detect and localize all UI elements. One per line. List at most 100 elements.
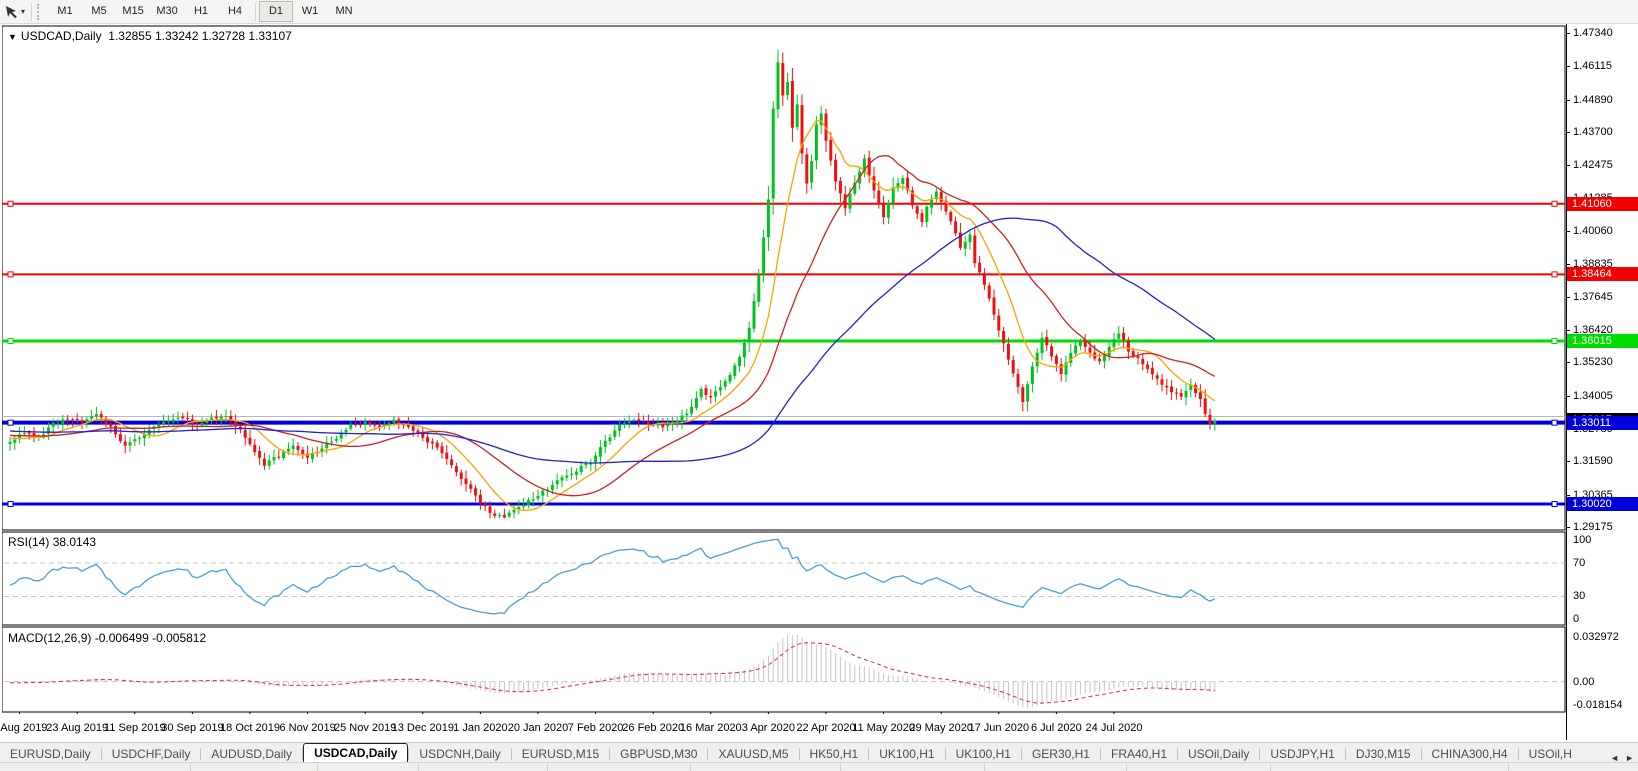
macd-axis-tick: 0.00: [1573, 675, 1595, 688]
status-cell-divider: [418, 764, 419, 771]
chart-tab-gbpusd-m30[interactable]: GBPUSD,M30: [610, 746, 707, 763]
date-axis-label: 3 Apr 2020: [741, 722, 795, 734]
date-axis-label: 16 Mar 2020: [679, 722, 742, 734]
chart-tab-usoil-daily[interactable]: USOil,Daily: [1178, 746, 1259, 763]
rsi-indicator-label: RSI(14) 38.0143: [8, 535, 96, 549]
chevron-down-icon[interactable]: ▾: [21, 7, 25, 16]
date-axis-label: 6 Jul 2020: [1031, 722, 1082, 734]
rsi-axis-tick: 70: [1573, 557, 1586, 570]
date-axis-label: 25 Nov 2019: [333, 722, 397, 734]
chart-window: ▼ USDCAD,Daily 1.32855 1.33242 1.32728 1.…: [2, 24, 1566, 740]
price-axis-tick: 1.37645: [1566, 290, 1613, 303]
macd-indicator-label: MACD(12,26,9) -0.006499 -0.005812: [8, 631, 206, 645]
status-cell-divider: [1126, 764, 1127, 771]
date-axis-label: 17 Jun 2020: [968, 722, 1030, 734]
chart-tab-eurusd-m15[interactable]: EURUSD,M15: [512, 746, 609, 763]
toolbar-separator: [31, 2, 33, 21]
hline-price-label: 1.36015: [1567, 333, 1638, 348]
chart-tab-ger30-h1[interactable]: GER30,H1: [1022, 746, 1100, 763]
macd-axis-tick: -0.018154: [1573, 699, 1623, 711]
chart-symbol: USDCAD,Daily: [20, 29, 102, 43]
chart-tab-eurusd-daily[interactable]: EURUSD,Daily: [0, 746, 101, 763]
status-cell-divider: [984, 764, 985, 771]
date-axis-label: 5 Aug 2019: [0, 722, 48, 734]
toolbar-separator: [255, 2, 257, 21]
date-axis-label: 24 Jul 2020: [1085, 722, 1143, 734]
chart-tab-bar: EURUSD,Daily USDCHF,Daily AUDUSD,Daily USDC…: [0, 742, 1638, 763]
rsi-name: RSI(14): [8, 535, 50, 549]
timeframe-button-h1[interactable]: H1: [184, 1, 218, 22]
date-axis-label: 22 Apr 2020: [796, 722, 856, 734]
date-axis-label: 29 May 2020: [909, 722, 973, 734]
chart-tab-usdchf-daily[interactable]: USDCHF,Daily: [102, 746, 201, 763]
chart-tab-uk100-h1[interactable]: UK100,H1: [869, 746, 944, 763]
pointer-icon: [6, 6, 17, 18]
price-axis-tick: 1.35230: [1566, 356, 1613, 369]
collapse-icon[interactable]: ▼: [8, 32, 17, 42]
rsi-axis-tick: 0: [1573, 613, 1580, 625]
date-axis-label: 7 Feb 2020: [567, 722, 624, 734]
chart-tab-usdjpy-h1[interactable]: USDJPY,H1: [1260, 746, 1344, 763]
hline-price-label: 1.30020: [1567, 497, 1638, 512]
mt4-window: ▾ M1 M5 M15 M30 H1 H4 D1 W1 MN ▼ USDCAD,Daily 1.3…: [0, 0, 1638, 771]
chart-tab-usoil-h[interactable]: USOil,H: [1519, 746, 1582, 763]
toolbar-grip[interactable]: [37, 3, 44, 20]
hline-price-label: 1.41060: [1567, 196, 1638, 211]
price-chart-canvas[interactable]: [2, 24, 1566, 740]
chart-tab-usdcnh-daily[interactable]: USDCNH,Daily: [409, 746, 510, 763]
status-cell-divider: [317, 764, 318, 771]
date-axis-label: 20 Jan 2020: [507, 722, 569, 734]
timeframe-button-m5[interactable]: M5: [82, 1, 116, 22]
timeframe-toolbar: ▾ M1 M5 M15 M30 H1 H4 D1 W1 MN: [0, 0, 1638, 24]
date-axis-label: 11 Sep 2019: [104, 722, 166, 734]
status-cell-divider: [690, 764, 691, 771]
rsi-value: 38.0143: [52, 535, 97, 549]
chart-tab-hk50-h1[interactable]: HK50,H1: [800, 746, 869, 763]
date-axis-label: 6 Nov 2019: [279, 722, 336, 734]
chart-tab-uk100-h1[interactable]: UK100,H1: [946, 746, 1021, 763]
timeframe-button-m1[interactable]: M1: [48, 1, 82, 22]
timeframe-button-w1[interactable]: W1: [293, 1, 327, 22]
chart-ohlc-values: 1.32855 1.33242 1.32728 1.33107: [108, 29, 292, 43]
macd-name: MACD(12,26,9): [8, 631, 92, 645]
timeframe-button-mn[interactable]: MN: [327, 1, 361, 22]
price-axis-tick: 1.40060: [1566, 224, 1613, 237]
chart-tab-usdcad-daily[interactable]: USDCAD,Daily: [303, 743, 409, 763]
hline-price-label: 1.33011: [1567, 415, 1638, 430]
chart-tab-fra40-h1[interactable]: FRA40,H1: [1101, 746, 1177, 763]
chart-tab-xauusd-m5[interactable]: XAUUSD,M5: [708, 746, 798, 763]
date-axis-label: 11 May 2020: [852, 722, 915, 734]
price-axis-tick: 1.43700: [1566, 125, 1613, 138]
chart-tabs: EURUSD,Daily USDCHF,Daily AUDUSD,Daily USDC…: [0, 743, 1582, 763]
price-axis-tick: 1.29175: [1566, 521, 1613, 533]
rsi-axis-tick: 30: [1573, 590, 1586, 603]
date-axis-label: 30 Sep 2019: [161, 722, 224, 734]
rsi-axis-tick: 100: [1573, 534, 1592, 546]
timeframe-button-m30[interactable]: M30: [150, 1, 184, 22]
price-axis-tick: 1.42475: [1566, 159, 1613, 172]
date-axis-label: 23 Aug 2019: [46, 722, 109, 734]
timeframe-button-d1[interactable]: D1: [259, 1, 294, 22]
status-cell-divider: [840, 764, 841, 771]
timeframe-buttons: M1 M5 M15 M30 H1 H4 D1 W1 MN: [48, 1, 361, 22]
price-axis: 1.473401.461151.448901.437001.424751.412…: [1566, 24, 1638, 740]
cursor-tool-button[interactable]: ▾: [2, 4, 28, 19]
timeframe-button-m15[interactable]: M15: [116, 1, 150, 22]
status-cell-divider: [1270, 764, 1271, 771]
chart-tab-audusd-daily[interactable]: AUDUSD,Daily: [201, 746, 302, 763]
timeframe-button-h4[interactable]: H4: [218, 1, 252, 22]
price-axis-tick: 1.31590: [1566, 455, 1613, 468]
time-axis: 5 Aug 201923 Aug 201911 Sep 201930 Sep 2…: [0, 714, 1566, 740]
chart-tab-china300-h4[interactable]: CHINA300,H4: [1422, 746, 1518, 763]
price-axis-tick: 1.46115: [1566, 60, 1612, 73]
date-axis-label: 13 Dec 2019: [391, 722, 454, 734]
status-cell-divider: [547, 764, 548, 771]
status-cell-divider: [1508, 764, 1509, 771]
status-cell-divider: [190, 764, 191, 771]
chart-tab-dj30-m15[interactable]: DJ30,M15: [1346, 746, 1421, 763]
date-axis-label: 18 Oct 2019: [220, 722, 280, 734]
chart-title: ▼ USDCAD,Daily 1.32855 1.33242 1.32728 1.…: [8, 29, 292, 43]
price-axis-tick: 1.34005: [1566, 389, 1613, 402]
date-axis-label: 26 Feb 2020: [622, 722, 685, 734]
status-bar: [0, 762, 1638, 771]
